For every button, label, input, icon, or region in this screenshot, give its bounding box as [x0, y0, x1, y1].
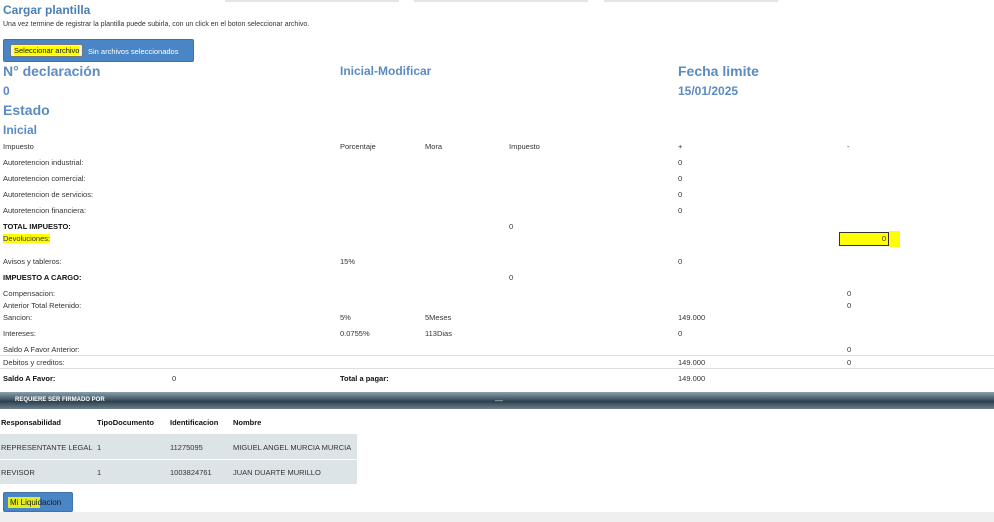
row-total-impuesto-value: 0	[509, 222, 514, 231]
row-sancion-label: Sancion:	[3, 313, 33, 322]
col-minus: -	[847, 142, 850, 151]
row-sancion-mora: 5Meses	[425, 313, 452, 322]
row-anterior-retenido-label: Anterior Total Retenido:	[3, 301, 82, 310]
sig-row-nombre: MIGUEL ANGEL MURCIA MURCIA	[233, 443, 352, 452]
total-pagar-value: 149.000	[678, 374, 706, 383]
row-intereses-mora: 113Dias	[425, 329, 452, 338]
sig-row-tipo: 1	[97, 443, 102, 452]
deadline-value: 15/01/2025	[678, 84, 739, 98]
divider	[0, 368, 994, 369]
page-title: Cargar plantilla	[3, 3, 91, 17]
mi-liquidacion-button[interactable]: Mi Liquidacion	[3, 492, 73, 512]
top-input-3	[604, 0, 778, 2]
footer-strip	[0, 512, 994, 522]
row-avisos-plus: 0	[678, 257, 683, 266]
sig-row-nombre: JUAN DUARTE MURILLO	[233, 468, 321, 477]
top-input-2	[414, 0, 588, 2]
row-total-impuesto-label: TOTAL IMPUESTO:	[3, 222, 71, 231]
row-avisos-label: Avisos y tableros:	[3, 257, 62, 266]
signature-bar-title: REQUIERE SER FIRMADO POR	[15, 397, 105, 403]
row-comercial-plus: 0	[678, 174, 683, 183]
row-debitos-creditos-label: Debitos y creditos:	[3, 358, 65, 367]
devoluciones-input-highlight	[889, 231, 900, 247]
instruction-text: Una vez termine de registrar la plantill…	[3, 21, 310, 28]
col-mora: Mora	[425, 142, 443, 151]
row-devoluciones-label: Devoluciones:	[3, 234, 51, 243]
row-debitos-creditos-plus: 149.000	[678, 358, 706, 367]
row-financiera-label: Autoretencion financiera:	[3, 206, 86, 215]
top-input-1	[225, 0, 399, 2]
mi-liquidacion-label: Mi Liquidacion	[10, 498, 62, 507]
declaration-number-value: 0	[3, 84, 10, 98]
collapse-icon[interactable]: —	[495, 396, 503, 405]
file-status: Sin archivos seleccionados	[88, 47, 179, 56]
row-saldo-favor-anterior-minus: 0	[847, 345, 852, 354]
row-impuesto-cargo-label: IMPUESTO A CARGO:	[3, 273, 82, 282]
deadline-label: Fecha limite	[678, 63, 759, 79]
row-impuesto-cargo-value: 0	[509, 273, 514, 282]
row-saldo-favor-anterior-label: Saldo A Favor Anterior:	[3, 345, 80, 354]
col-plus: +	[678, 142, 683, 151]
sig-row-identificacion: 11275095	[170, 443, 203, 452]
row-sancion-porcentaje: 5%	[340, 313, 351, 322]
sig-row-identificacion: 1003824761	[170, 468, 212, 477]
devoluciones-input[interactable]: 0	[839, 232, 889, 246]
saldo-favor-value: 0	[172, 374, 177, 383]
sig-header-tipo: TipoDocumento	[97, 418, 154, 427]
col-porcentaje: Porcentaje	[340, 142, 376, 151]
row-compensacion-label: Compensacion:	[3, 289, 56, 298]
upload-button[interactable]: Seleccionar archivo Sin archivos selecci…	[3, 39, 194, 62]
sig-row-responsabilidad: REVISOR	[1, 468, 35, 477]
row-industrial-label: Autoretencion industrial:	[3, 158, 84, 167]
declaration-type: Inicial-Modificar	[340, 64, 432, 78]
saldo-favor-label: Saldo A Favor:	[3, 374, 56, 383]
signature-bar[interactable]: REQUIERE SER FIRMADO POR —	[0, 392, 994, 409]
row-sancion-plus: 149.000	[678, 313, 706, 322]
row-debitos-creditos-minus: 0	[847, 358, 852, 367]
sig-header-responsabilidad: Responsabilidad	[1, 418, 62, 427]
row-servicios-label: Autoretencion de servicios:	[3, 190, 94, 199]
row-industrial-plus: 0	[678, 158, 683, 167]
state-label: Estado	[3, 102, 50, 118]
row-comercial-label: Autoretencion comercial:	[3, 174, 86, 183]
row-avisos-porcentaje: 15%	[340, 257, 356, 266]
col-impuesto-2: Impuesto	[509, 142, 540, 151]
sig-row-tipo: 1	[97, 468, 102, 477]
state-value: Inicial	[3, 123, 38, 137]
row-intereses-porcentaje: 0.0755%	[340, 329, 370, 338]
total-pagar-label: Total a pagar:	[340, 374, 389, 383]
row-financiera-plus: 0	[678, 206, 683, 215]
select-file-label: Seleccionar archivo	[14, 46, 80, 55]
col-impuesto: Impuesto	[3, 142, 34, 151]
sig-header-nombre: Nombre	[233, 418, 262, 427]
divider	[0, 355, 994, 356]
sig-row-responsabilidad: REPRESENTANTE LEGAL	[1, 443, 93, 452]
sig-header-identificacion: Identificacion	[170, 418, 219, 427]
row-anterior-retenido-minus: 0	[847, 301, 852, 310]
row-compensacion-minus: 0	[847, 289, 852, 298]
row-intereses-label: Intereses:	[3, 329, 36, 338]
declaration-number-label: N° declaración	[3, 63, 101, 79]
row-servicios-plus: 0	[678, 190, 683, 199]
select-file-button[interactable]: Seleccionar archivo	[10, 44, 84, 57]
row-intereses-plus: 0	[678, 329, 683, 338]
